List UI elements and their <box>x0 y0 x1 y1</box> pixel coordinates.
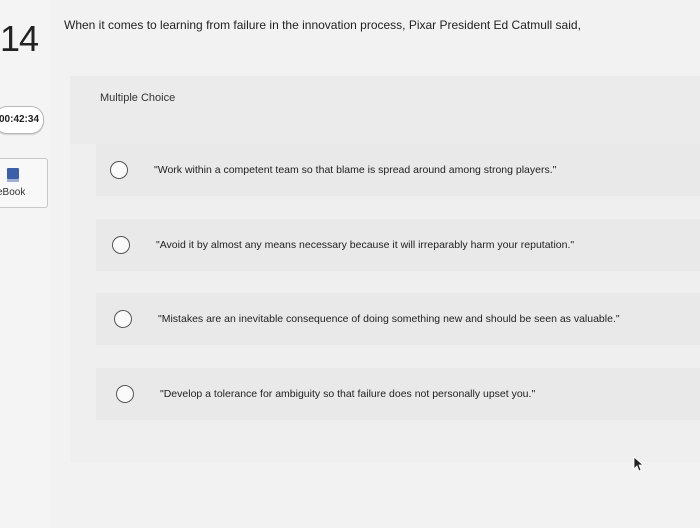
ebook-button[interactable]: eBook <box>0 158 48 208</box>
answer-option-text: "Develop a tolerance for ambiguity so th… <box>160 388 536 400</box>
question-type-label: Multiple Choice <box>100 92 176 104</box>
answer-option[interactable]: "Mistakes are an inevitable consequence … <box>96 293 700 345</box>
question-type-bar <box>70 76 700 144</box>
answer-option-text: "Avoid it by almost any means necessary … <box>156 239 575 251</box>
answer-option-text: "Mistakes are an inevitable consequence … <box>158 313 620 325</box>
question-text: When it comes to learning from failure i… <box>64 18 581 32</box>
answer-option[interactable]: "Work within a competent team so that bl… <box>96 144 700 196</box>
answer-option[interactable]: "Avoid it by almost any means necessary … <box>96 219 700 271</box>
left-sidebar: 14 00:42:34 eBook <box>0 0 50 528</box>
answer-option-text: "Work within a competent team so that bl… <box>154 164 557 176</box>
question-number: 14 <box>0 18 39 59</box>
radio-button-icon[interactable] <box>114 310 132 328</box>
answer-option[interactable]: "Develop a tolerance for ambiguity so th… <box>96 368 700 420</box>
timer-badge[interactable]: 00:42:34 <box>0 106 44 134</box>
radio-button-icon[interactable] <box>116 385 134 403</box>
book-icon <box>7 168 19 182</box>
ebook-label: eBook <box>0 187 26 198</box>
radio-button-icon[interactable] <box>112 236 130 254</box>
radio-button-icon[interactable] <box>110 161 128 179</box>
mouse-pointer-icon <box>633 456 645 472</box>
